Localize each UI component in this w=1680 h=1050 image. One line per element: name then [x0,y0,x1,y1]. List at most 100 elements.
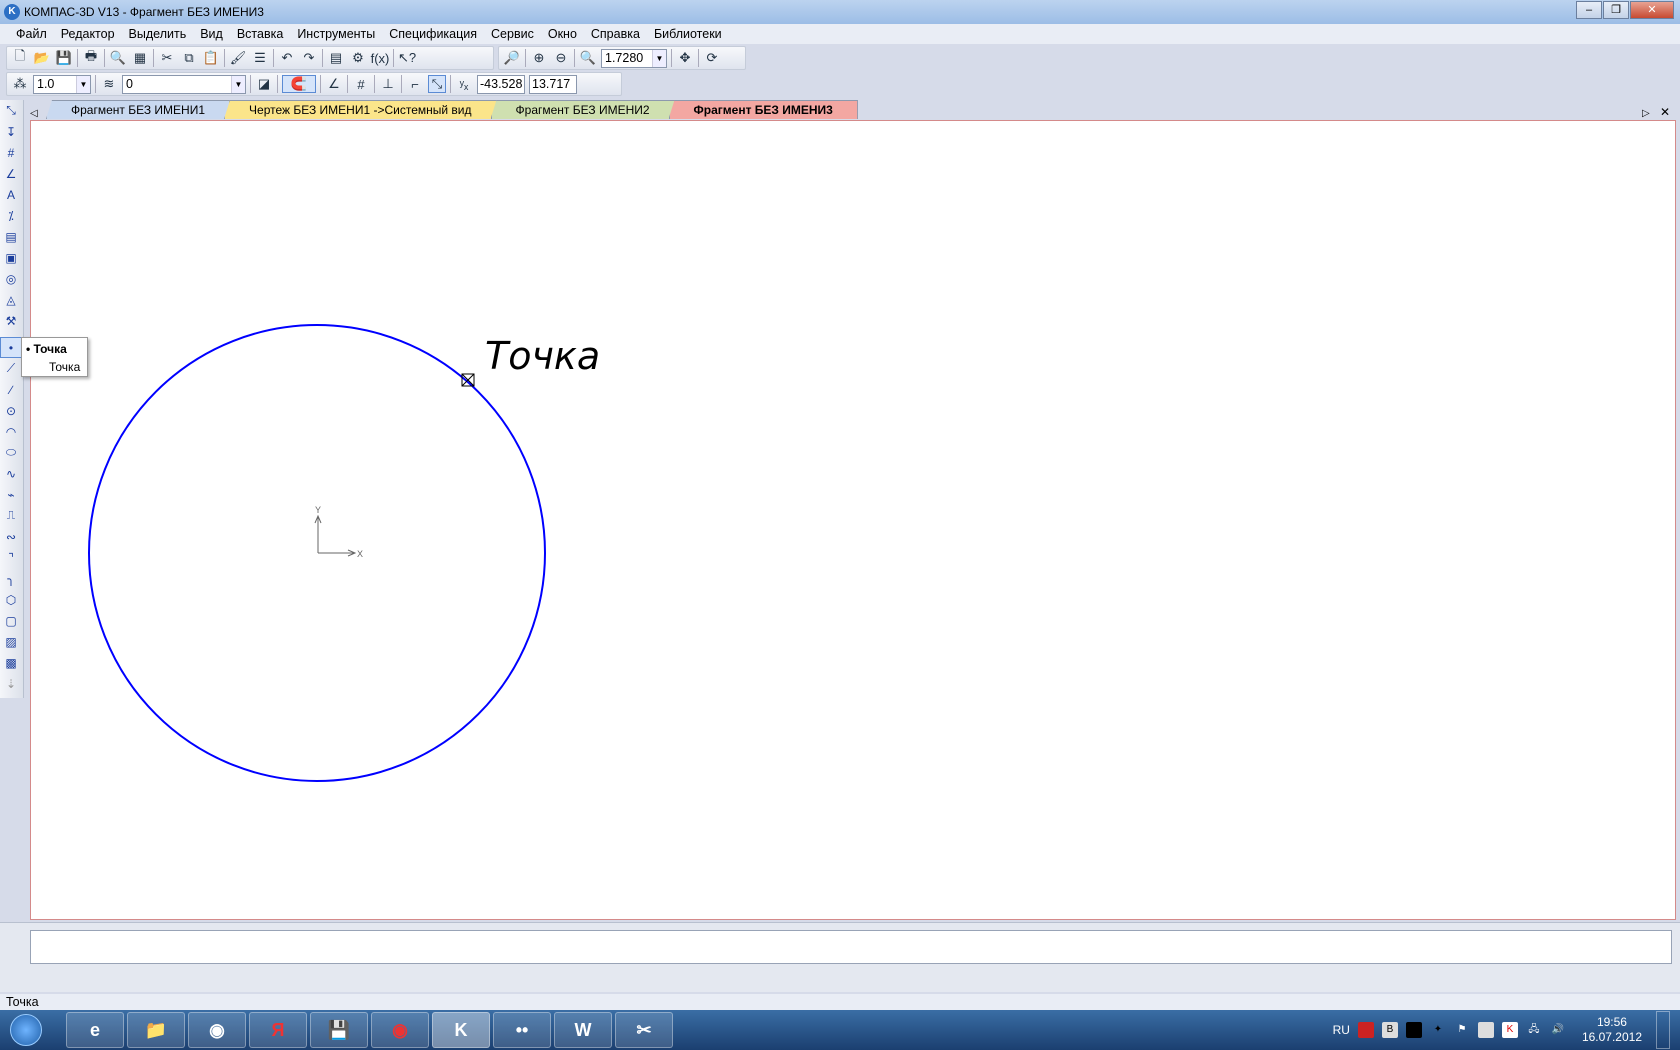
taskbar-save-app[interactable]: 💾 [310,1012,368,1048]
cursor-y-field[interactable]: 13.717 [529,74,577,94]
taskbar-kompas[interactable]: K [432,1012,490,1048]
fill-icon[interactable]: ▩ [0,652,22,673]
menu-tools[interactable]: Инструменты [297,27,375,41]
zoom-window-icon[interactable]: 🔎 [503,49,521,67]
contour-icon[interactable]: ⎍ [0,505,22,526]
dimensions-icon[interactable]: ↧ [0,121,22,142]
refresh-icon[interactable]: ⟳ [703,49,721,67]
menu-help[interactable]: Справка [591,27,640,41]
close-button[interactable]: ✕ [1630,1,1674,19]
taskbar-red-app[interactable]: ◉ [371,1012,429,1048]
polygon-icon[interactable]: ⬡ [0,589,22,610]
tab-drawing-1[interactable]: Чертеж БЕЗ ИМЕНИ1 ->Системный вид [224,100,497,119]
tray-flag-icon[interactable]: ⚑ [1454,1022,1470,1038]
bezier-icon[interactable]: ∾ [0,526,22,547]
pan-icon[interactable]: ✥ [676,49,694,67]
snap-magnet-icon[interactable]: 🧲 [282,75,316,93]
fillet-icon[interactable]: ╮ [0,568,22,589]
tray-ghost-icon[interactable] [1405,1022,1422,1038]
ortho-icon[interactable]: ∠ [325,75,343,93]
round-icon[interactable]: ⤡ [428,75,446,93]
taskbar-ghost-app[interactable]: •• [493,1012,551,1048]
segment-icon[interactable]: ∕ [0,379,22,400]
select-icon[interactable]: ▤ [0,226,22,247]
menu-insert[interactable]: Вставка [237,27,283,41]
parametrization-icon[interactable]: A [0,184,22,205]
taskbar-chrome[interactable]: ◉ [188,1012,246,1048]
manager-icon[interactable]: ▦ [131,49,149,67]
tab-fragment-2[interactable]: Фрагмент БЕЗ ИМЕНИ2 [490,100,675,119]
copy-icon[interactable]: ⧉ [180,49,198,67]
arc-icon[interactable]: ◠ [0,421,22,442]
rectangle-icon[interactable]: ▢ [0,610,22,631]
styles-icon[interactable]: ◪ [255,75,273,93]
variables-icon[interactable]: ⚙ [349,49,367,67]
chevron-down-icon[interactable]: ▼ [76,75,90,93]
menu-file[interactable]: Файл [16,27,47,41]
ellipse-icon[interactable]: ⬭ [0,442,22,463]
point-icon[interactable]: • [0,337,22,358]
hatch-icon[interactable]: ▨ [0,631,22,652]
reports-icon[interactable]: ◎ [0,268,22,289]
taskbar-snipping[interactable]: ✂ [615,1012,673,1048]
library-manager-icon[interactable]: ▤ [327,49,345,67]
layer-combo[interactable]: 0 ▼ [122,74,246,94]
paste-icon[interactable]: 📋 [202,49,220,67]
step-combo[interactable]: 1.0 ▼ [33,74,91,94]
collect-contour-icon[interactable]: ⇣ [0,673,22,694]
menu-service[interactable]: Сервис [491,27,534,41]
tray-update-icon[interactable] [1477,1022,1494,1038]
tray-volume-icon[interactable]: 🔊 [1550,1022,1566,1038]
command-line[interactable] [30,930,1672,964]
tab-fragment-3[interactable]: Фрагмент БЕЗ ИМЕНИ3 [668,100,858,119]
polyline-icon[interactable]: ⌁ [0,484,22,505]
tray-kaspersky-icon[interactable]: K [1501,1022,1518,1038]
chamfer-icon[interactable]: ⌝ [0,547,22,568]
geometry-icon[interactable]: ⤡ [0,100,22,121]
tray-network-app-icon[interactable]: ✦ [1430,1022,1446,1038]
taskbar-yandex[interactable]: Я [249,1012,307,1048]
list-icon[interactable]: ☰ [251,49,269,67]
taskbar-word[interactable]: W [554,1012,612,1048]
minimize-button[interactable]: – [1576,1,1602,19]
edit-icon[interactable]: ∠ [0,163,22,184]
menu-specification[interactable]: Спецификация [389,27,477,41]
show-desktop-button[interactable] [1656,1011,1670,1049]
zoom-scale-icon[interactable]: 🔍 [579,49,597,67]
undo-icon[interactable]: ↶ [278,49,296,67]
orthogonal-mode-icon[interactable]: ⌐ [406,75,424,93]
cut-icon[interactable]: ✂ [158,49,176,67]
layers-icon[interactable]: ≋ [100,75,118,93]
new-file-icon[interactable]: 🗋 [11,48,29,67]
local-cs-icon[interactable]: ⊥ [379,75,397,93]
line-icon[interactable]: ⟋ [0,358,22,379]
circle-icon[interactable]: ⊙ [0,400,22,421]
chevron-down-icon[interactable]: ▼ [652,49,666,67]
tray-network-icon[interactable]: 🖧 [1526,1022,1542,1038]
cursor-x-field[interactable]: -43.528 [477,74,525,94]
chevron-down-icon[interactable]: ▼ [231,75,245,93]
taskbar-explorer[interactable]: 📁 [127,1012,185,1048]
taskbar-ie[interactable]: e [66,1012,124,1048]
function-icon[interactable]: f(x) [371,49,390,67]
grid-icon[interactable]: # [352,75,370,93]
redo-icon[interactable]: ↷ [300,49,318,67]
designations-icon[interactable]: # [0,142,22,163]
zoom-scale-combo[interactable]: 1.7280 ▼ [601,48,667,68]
tab-scroll-left-icon[interactable]: ◁ [30,108,46,119]
tab-fragment-1[interactable]: Фрагмент БЕЗ ИМЕНИ1 [46,100,231,119]
popup-item-point-alt[interactable]: Точка [26,358,83,376]
menu-editor[interactable]: Редактор [61,27,115,41]
spec-icon[interactable]: ▣ [0,247,22,268]
zoom-out-icon[interactable]: ⊖ [552,49,570,67]
tray-vk-icon[interactable]: B [1381,1022,1398,1038]
preview-icon[interactable]: 🔍 [109,49,127,67]
properties-brush-icon[interactable]: 🖌 [229,49,247,67]
drawing-canvas[interactable]: Y X Точка [30,120,1676,920]
menu-select[interactable]: Выделить [129,27,187,41]
hammer-icon[interactable]: ⚒ [0,310,22,331]
menu-view[interactable]: Вид [200,27,223,41]
tab-scroll-right-icon[interactable]: ▷ [1642,108,1660,119]
start-button[interactable] [0,1010,52,1050]
popup-item-point[interactable]: • Точка [26,340,83,358]
